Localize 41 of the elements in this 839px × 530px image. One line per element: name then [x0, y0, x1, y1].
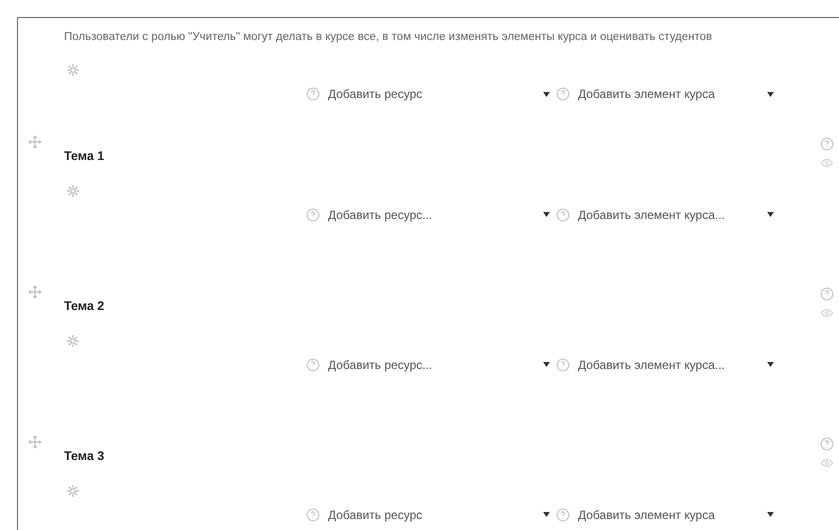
settings-icon[interactable] [66, 334, 80, 348]
add-resource-dropdown[interactable]: Добавить ресурс... [328, 356, 550, 374]
eye-icon[interactable] [821, 157, 833, 169]
caret-icon [767, 92, 774, 96]
section-title: Тема 2 [64, 298, 106, 315]
caret-icon [767, 512, 774, 518]
move-icon[interactable] [28, 285, 42, 299]
eye-icon[interactable] [821, 307, 833, 319]
add-activity-dropdown[interactable]: Добавить элемент курса... [578, 206, 774, 224]
help-icon[interactable] [306, 87, 320, 101]
help-icon[interactable] [306, 208, 320, 222]
add-resource-dropdown[interactable]: Добавить ресурс... [328, 206, 550, 224]
help-icon[interactable] [556, 208, 570, 222]
settings-icon[interactable] [66, 63, 80, 77]
help-icon[interactable] [556, 358, 570, 372]
intro-text: Пользователи с ролью "Учитель" могут делать в курсе все, в том числе изменять элементы курса и оценивать студентов [64, 30, 714, 45]
move-icon[interactable] [28, 135, 42, 149]
caret-icon [543, 362, 550, 368]
settings-icon[interactable] [66, 484, 80, 498]
caret-icon [767, 362, 774, 368]
help-icon[interactable] [820, 287, 834, 301]
settings-icon[interactable] [66, 184, 80, 198]
section-title: Тема 1 [64, 148, 106, 165]
add-activity-dropdown[interactable]: Добавить элемент курса... [578, 356, 774, 374]
caret-icon [543, 512, 550, 518]
add-activity-dropdown[interactable]: Добавить элемент курса [578, 506, 774, 524]
move-icon[interactable] [28, 435, 42, 449]
eye-icon[interactable] [821, 457, 833, 469]
caret-icon [543, 92, 550, 96]
section-title: Тема 3 [64, 448, 106, 465]
help-icon[interactable] [556, 508, 570, 522]
help-icon[interactable] [306, 508, 320, 522]
help-icon[interactable] [820, 437, 834, 451]
add-resource-dropdown[interactable]: Добавить ресурс [328, 506, 550, 524]
help-icon[interactable] [556, 87, 570, 101]
caret-icon [543, 212, 550, 218]
add-activity-dropdown[interactable]: Добавить элемент курса [578, 85, 774, 103]
help-icon[interactable] [306, 358, 320, 372]
caret-icon [767, 212, 774, 218]
add-resource-dropdown[interactable]: Добавить ресурс [328, 85, 550, 103]
help-icon[interactable] [820, 137, 834, 151]
